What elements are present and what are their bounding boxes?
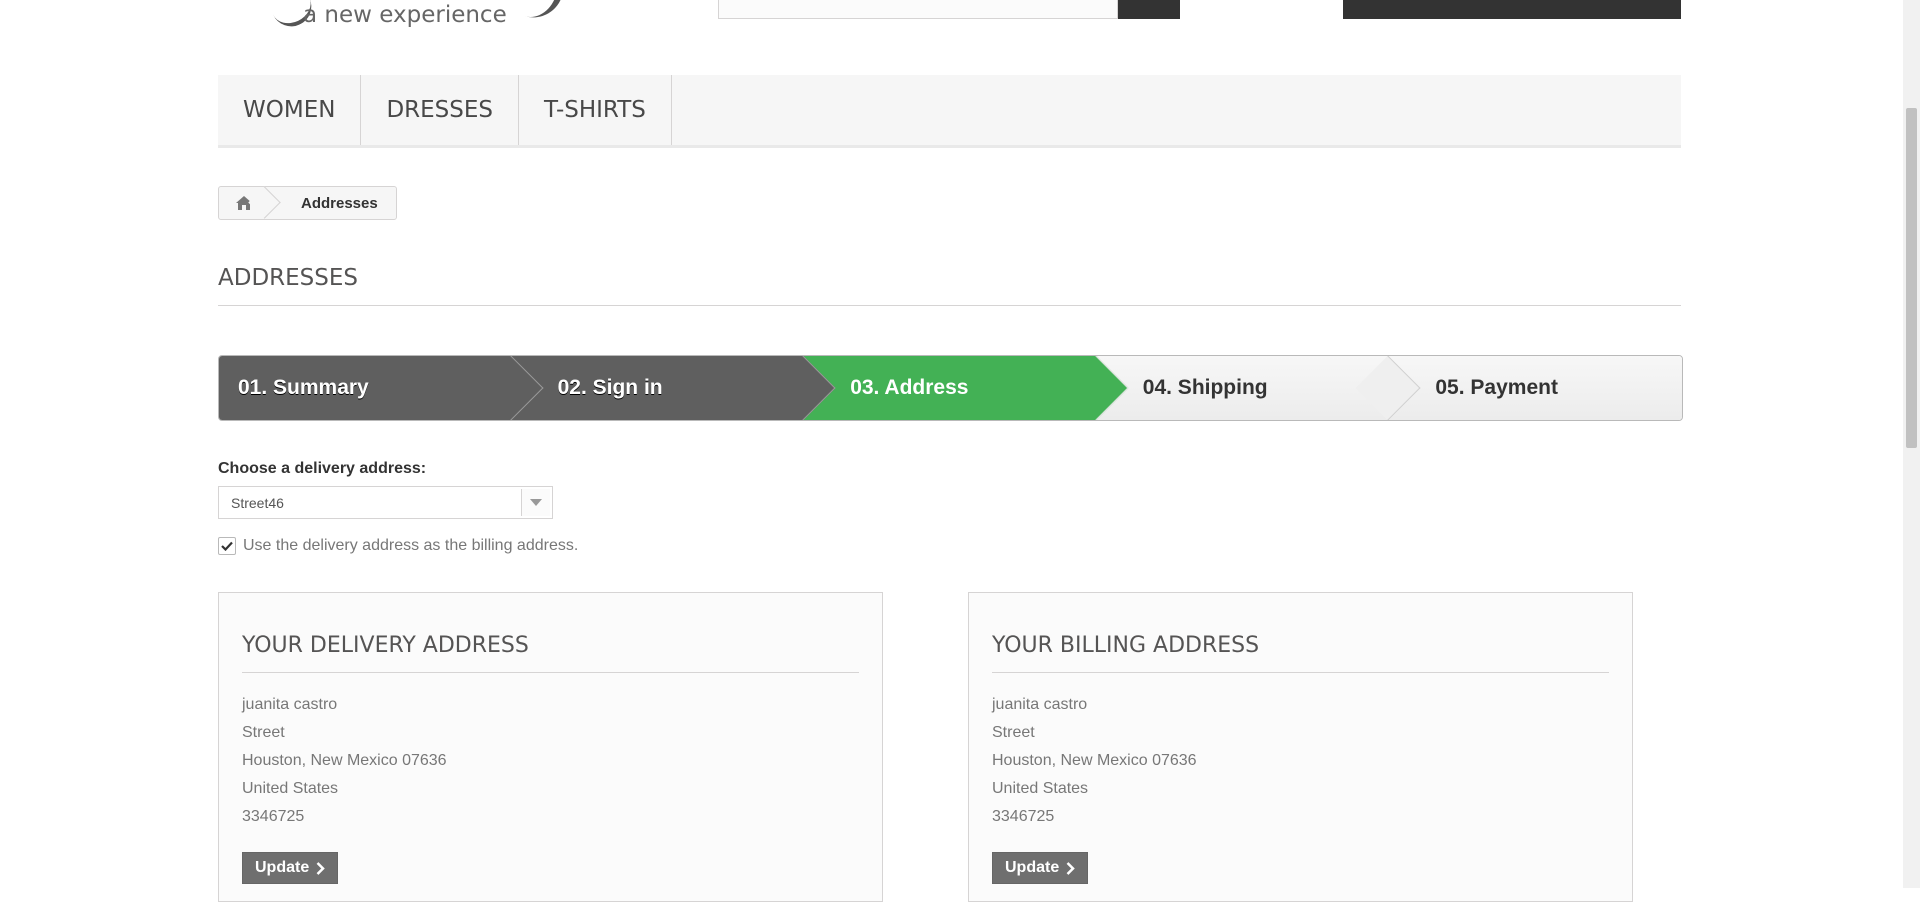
checkout-steps: 01. Summary 02. Sign in 03. Address 04. … — [218, 355, 1683, 421]
chevron-right-icon — [1066, 861, 1076, 875]
breadcrumb-home[interactable] — [219, 186, 281, 219]
address-name: juanita castro — [992, 696, 1088, 713]
page-scrollbar[interactable] — [1903, 0, 1920, 888]
step-label: 01. Summary — [238, 376, 369, 399]
step-summary[interactable]: 01. Summary — [219, 356, 544, 420]
step-payment: 05. Payment — [1389, 356, 1682, 420]
top-menu: WOMEN DRESSES T-SHIRTS — [218, 75, 1681, 148]
delivery-address-label: Choose a delivery address: — [218, 460, 427, 477]
step-label: 02. Sign in — [557, 376, 663, 399]
logo-tagline[interactable]: a new experience — [303, 2, 507, 28]
menu-item-dresses[interactable]: DRESSES — [361, 75, 519, 145]
billing-address-box: YOUR BILLING ADDRESS juanita castro Stre… — [968, 592, 1633, 902]
same-billing-checkbox[interactable] — [218, 537, 236, 555]
address-city: Houston, New Mexico 07636 — [242, 752, 447, 769]
address-phone: 3346725 — [242, 808, 305, 825]
update-label: Update — [1005, 859, 1060, 876]
address-name: juanita castro — [242, 696, 338, 713]
address-street: Street — [242, 724, 285, 741]
page-container: a new experience WOMEN DRESSES T-SHIRTS … — [218, 0, 1683, 902]
cart-button[interactable] — [1343, 0, 1681, 19]
delivery-address-box: YOUR DELIVERY ADDRESS juanita castro Str… — [218, 592, 883, 902]
same-billing-row: Use the delivery address as the billing … — [218, 537, 578, 555]
address-street: Street — [992, 724, 1035, 741]
delivery-address-select[interactable]: Street46 — [218, 486, 553, 519]
search-button[interactable] — [1118, 0, 1180, 19]
breadcrumb-separator — [248, 186, 281, 219]
step-sign-in[interactable]: 02. Sign in — [511, 356, 836, 420]
chevron-down-icon[interactable] — [521, 489, 550, 516]
update-billing-button[interactable]: Update — [992, 852, 1089, 884]
step-label: 03. Address — [850, 376, 969, 399]
delivery-address-title: YOUR DELIVERY ADDRESS — [242, 633, 859, 673]
scrollbar-thumb[interactable] — [1906, 108, 1917, 448]
address-phone: 3346725 — [992, 808, 1055, 825]
search-input[interactable] — [718, 0, 1118, 19]
step-label: 04. Shipping — [1142, 376, 1268, 399]
breadcrumb: Addresses — [218, 186, 397, 220]
logo-swoosh-right — [519, 0, 563, 25]
page-title: ADDRESSES — [218, 265, 1681, 306]
menu-item-women[interactable]: WOMEN — [218, 75, 362, 145]
update-label: Update — [255, 859, 310, 876]
same-billing-label[interactable]: Use the delivery address as the billing … — [243, 537, 578, 555]
address-country: United States — [242, 780, 339, 797]
check-icon — [221, 541, 233, 551]
breadcrumb-current: Addresses — [269, 194, 396, 212]
chevron-right-icon — [316, 861, 326, 875]
billing-address-title: YOUR BILLING ADDRESS — [992, 633, 1609, 673]
step-address: 03. Address — [804, 356, 1129, 420]
select-value: Street46 — [231, 494, 284, 511]
step-shipping: 04. Shipping — [1096, 356, 1421, 420]
address-city: Houston, New Mexico 07636 — [992, 752, 1197, 769]
update-delivery-button[interactable]: Update — [242, 852, 339, 884]
step-label: 05. Payment — [1435, 376, 1558, 399]
menu-item-tshirts[interactable]: T-SHIRTS — [519, 75, 672, 145]
address-country: United States — [992, 780, 1089, 797]
